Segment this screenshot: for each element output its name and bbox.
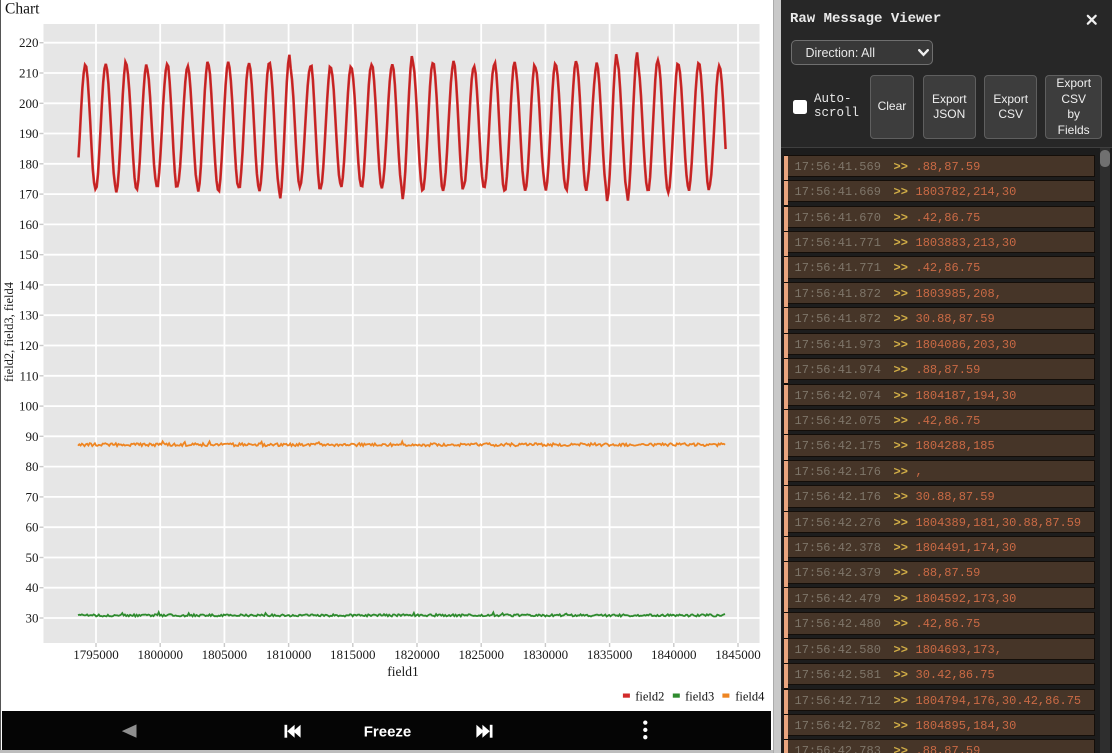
svg-text:Freeze: Freeze [364, 724, 412, 741]
